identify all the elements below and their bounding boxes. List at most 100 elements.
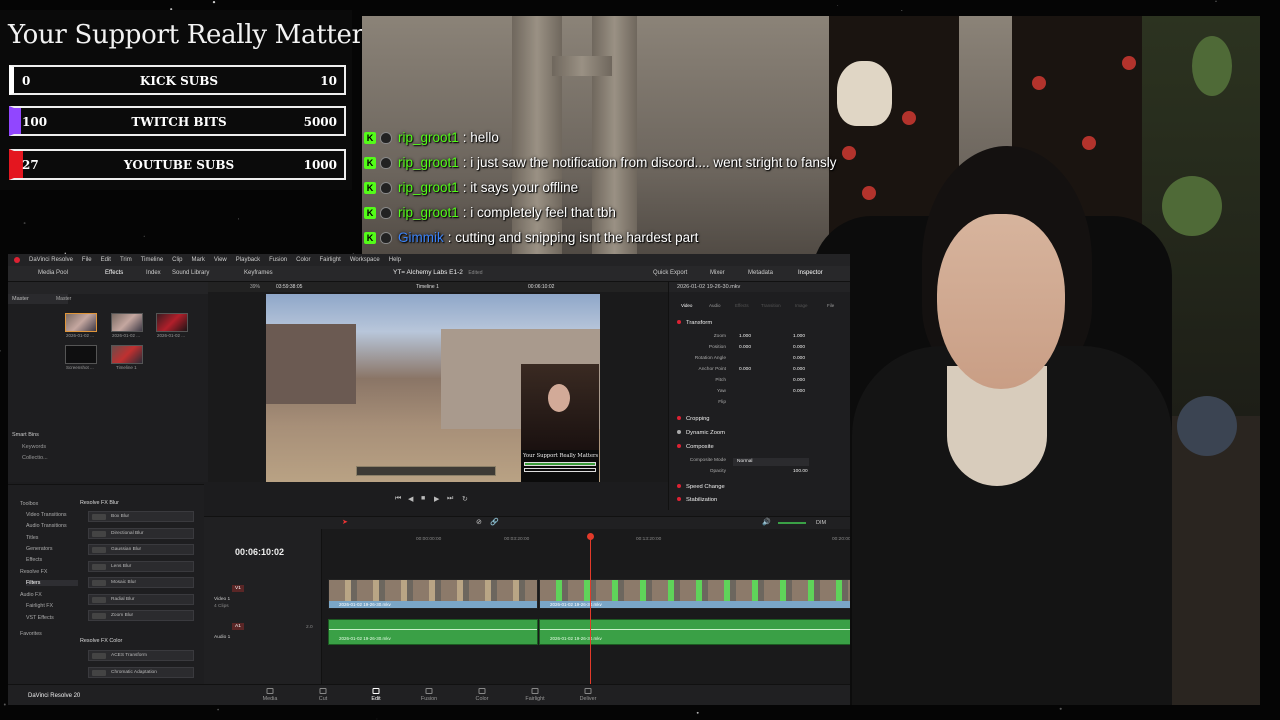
menu-item[interactable]: Timeline xyxy=(141,257,163,263)
dim-button[interactable]: DIM xyxy=(816,520,826,526)
stop-icon[interactable]: ■ xyxy=(421,495,425,502)
go-to-end-icon[interactable]: ⏭ xyxy=(447,495,453,503)
sound-library-button[interactable]: Sound Library xyxy=(172,270,209,276)
loop-icon[interactable]: ↻ xyxy=(462,495,468,503)
fx-tree-item[interactable]: Effects xyxy=(26,557,42,563)
tab-image[interactable]: Image xyxy=(795,303,808,308)
audio-clip[interactable]: 2026-01-02 19-26-30.mkv xyxy=(539,619,850,645)
fx-tree-item[interactable]: Fairlight FX xyxy=(26,603,53,609)
menu-item[interactable]: Mark xyxy=(192,257,205,263)
chat-username[interactable]: rip_groot1 xyxy=(398,180,459,195)
menu-item[interactable]: Color xyxy=(296,257,310,263)
fx-tree-item[interactable]: Video Transitions xyxy=(26,512,67,518)
clip-thumbnail[interactable] xyxy=(156,313,188,332)
menu-item[interactable]: Trim xyxy=(120,257,132,263)
smart-bin-collections[interactable]: Collectio... xyxy=(22,455,48,461)
keyframes-button[interactable]: Keyframes xyxy=(244,270,273,276)
fx-item[interactable]: Chromatic Adaptation xyxy=(88,667,194,678)
volume-slider[interactable] xyxy=(778,522,806,524)
menu-item[interactable]: Fusion xyxy=(269,257,287,263)
playhead[interactable] xyxy=(587,533,594,685)
chat-username[interactable]: rip_groot1 xyxy=(398,130,459,145)
fx-tree-item[interactable]: Titles xyxy=(26,535,38,541)
fx-group-blur[interactable]: Resolve FX Blur xyxy=(80,500,119,506)
fx-tree-item[interactable]: Audio FX xyxy=(20,592,42,598)
media-page-icon[interactable] xyxy=(266,688,274,694)
menu-item[interactable]: Help xyxy=(389,257,401,263)
composite-section[interactable]: Composite xyxy=(677,444,714,450)
cropping-section[interactable]: Cropping xyxy=(677,416,710,422)
smart-bin-keywords[interactable]: Keywords xyxy=(22,444,48,450)
tab-video[interactable]: Video xyxy=(681,303,692,308)
clip-thumbnail[interactable] xyxy=(111,313,143,332)
chat-username[interactable]: rip_groot1 xyxy=(398,155,459,170)
inspector-button[interactable]: Inspector xyxy=(798,270,823,276)
tab-audio[interactable]: Audio xyxy=(709,303,721,308)
clip-thumbnail[interactable] xyxy=(65,345,97,364)
edit-page-icon[interactable] xyxy=(372,688,380,694)
tab-file[interactable]: File xyxy=(827,303,834,308)
fx-tree-item[interactable]: Toolbox xyxy=(20,501,38,507)
go-to-start-icon[interactable]: ⏮ xyxy=(395,495,401,503)
page-deliver[interactable]: Deliver xyxy=(580,696,597,702)
stabilization-section[interactable]: Stabilization xyxy=(677,497,717,503)
menu-item[interactable]: Clip xyxy=(172,257,182,263)
fx-item[interactable]: Zoom Blur xyxy=(88,610,194,621)
fusion-page-icon[interactable] xyxy=(425,688,433,694)
fx-item[interactable]: Mosaic Blur xyxy=(88,577,194,588)
fairlight-page-icon[interactable] xyxy=(531,688,539,694)
fx-item[interactable]: Gaussian Blur xyxy=(88,544,194,555)
page-media[interactable]: Media xyxy=(263,696,278,702)
play-icon[interactable]: ▶ xyxy=(434,495,439,503)
metadata-button[interactable]: Metadata xyxy=(748,270,773,276)
transform-section[interactable]: Transform xyxy=(677,320,712,326)
page-edit[interactable]: Edit xyxy=(371,696,380,702)
cut-page-icon[interactable] xyxy=(319,688,327,694)
fx-tree-item[interactable]: Favorites xyxy=(20,631,42,637)
menu-item[interactable]: Playback xyxy=(236,257,260,263)
volume-icon[interactable]: 🔊 xyxy=(762,518,771,526)
page-color[interactable]: Color xyxy=(476,696,489,702)
quick-export-button[interactable]: Quick Export xyxy=(653,270,687,276)
select-tool-icon[interactable]: ➤ xyxy=(342,518,348,526)
link-icon[interactable]: 🔗 xyxy=(490,518,499,526)
fx-item[interactable]: Directional Blur xyxy=(88,527,194,539)
fx-tree-item[interactable]: Resolve FX xyxy=(20,569,47,575)
audio-clip[interactable]: 2026-01-02 19-26-30.mkv xyxy=(328,619,538,645)
clip-thumbnail[interactable] xyxy=(65,313,97,332)
menu-item[interactable]: Workspace xyxy=(350,257,380,263)
menu-item[interactable]: File xyxy=(82,257,92,263)
fx-tree-item[interactable]: VST Effects xyxy=(26,615,54,621)
timeline-thumbnail[interactable] xyxy=(111,345,143,364)
fx-item[interactable]: Radial Blur xyxy=(88,593,194,605)
fx-tree-item[interactable]: Generators xyxy=(26,546,53,552)
tab-transition[interactable]: Transition xyxy=(761,303,781,308)
fx-tree-item[interactable]: Filters xyxy=(26,580,78,586)
video-clip[interactable]: 2026-01-02 19-26-30.mkv xyxy=(328,579,538,609)
chat-username[interactable]: Gimmik xyxy=(398,230,444,245)
menu-item[interactable]: View xyxy=(214,257,227,263)
dynamic-zoom-section[interactable]: Dynamic Zoom xyxy=(677,430,725,436)
effects-button[interactable]: Effects xyxy=(105,270,123,276)
deliver-page-icon[interactable] xyxy=(584,688,592,694)
fx-item[interactable]: Lens Blur xyxy=(88,560,194,572)
a1-badge[interactable]: A1 xyxy=(232,623,244,630)
menu-item[interactable]: DaVinci Resolve xyxy=(29,257,73,263)
fx-item[interactable]: ACES Transform xyxy=(88,650,194,661)
page-cut[interactable]: Cut xyxy=(319,696,327,702)
v1-badge[interactable]: V1 xyxy=(232,585,244,592)
index-button[interactable]: Index xyxy=(146,270,161,276)
media-pool-button[interactable]: Media Pool xyxy=(38,270,68,276)
menu-item[interactable]: Edit xyxy=(101,257,111,263)
color-page-icon[interactable] xyxy=(478,688,486,694)
page-fusion[interactable]: Fusion xyxy=(421,696,437,702)
mixer-button[interactable]: Mixer xyxy=(710,270,725,276)
viewer-timeline-name[interactable]: Timeline 1 xyxy=(416,284,439,290)
fx-tree-item[interactable]: Audio Transitions xyxy=(26,523,67,529)
chat-username[interactable]: rip_groot1 xyxy=(398,205,459,220)
menu-item[interactable]: Fairlight xyxy=(319,257,340,263)
fx-group-color[interactable]: Resolve FX Color xyxy=(80,638,122,644)
video-clip[interactable]: 2026-01-02 19-26-30.mkv xyxy=(539,579,850,609)
snapping-icon[interactable]: ⊘ xyxy=(476,518,482,526)
viewer-zoom[interactable]: 39% xyxy=(250,284,260,290)
